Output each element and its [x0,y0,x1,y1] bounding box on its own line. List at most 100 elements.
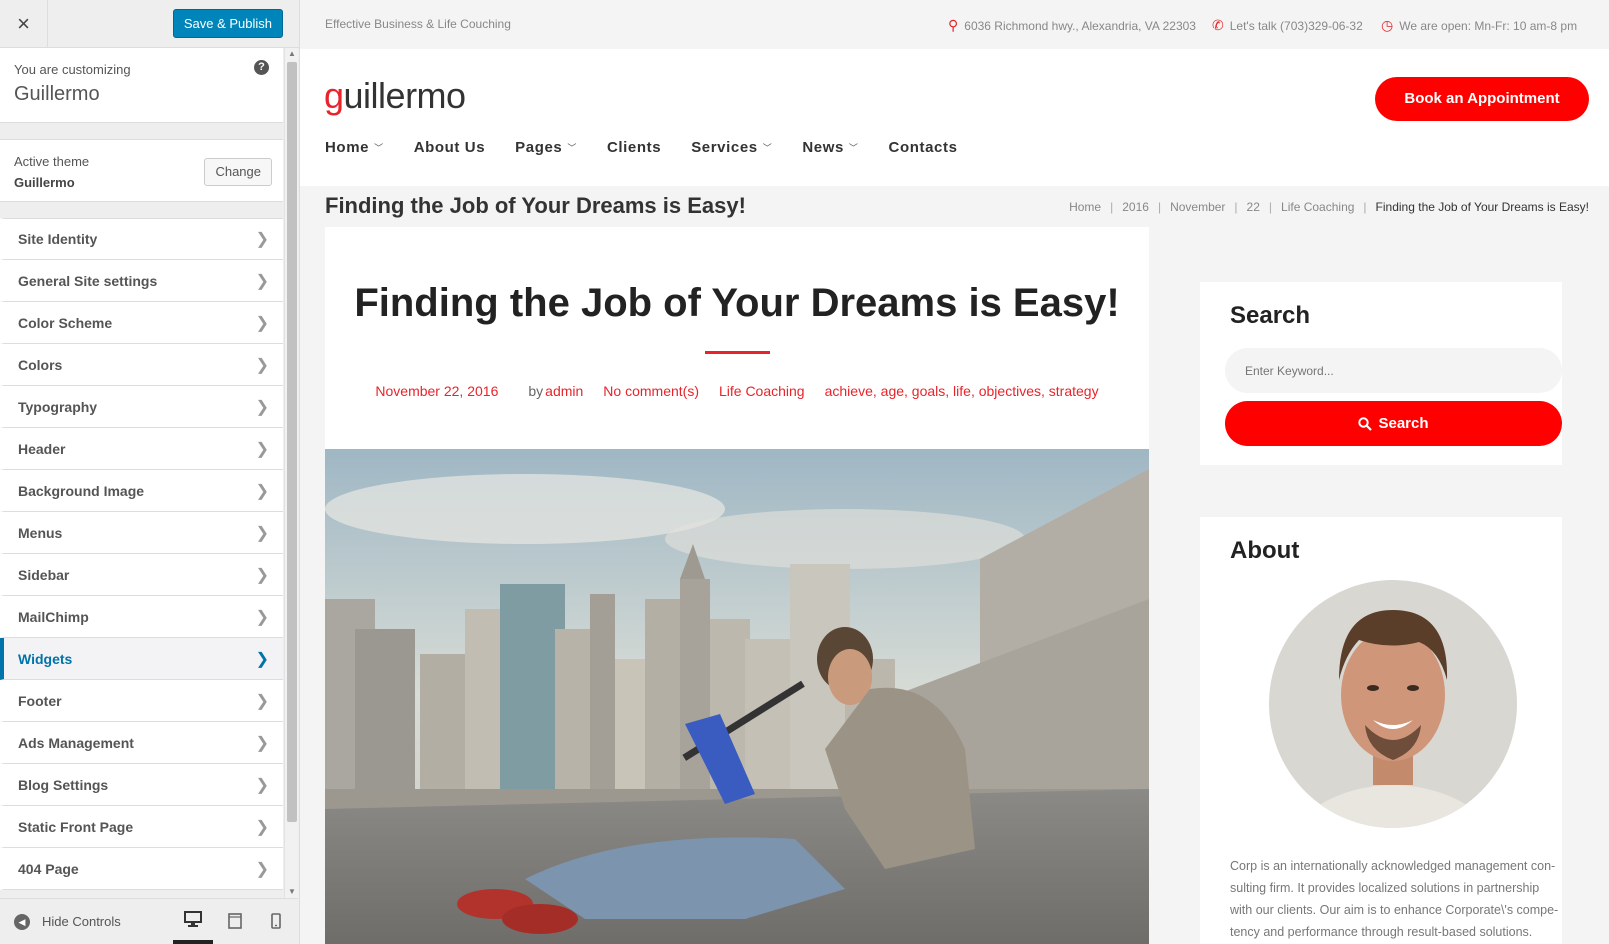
tablet-preview-button[interactable] [215,898,255,944]
breadcrumb-link[interactable]: 22 [1247,200,1260,214]
hours-text: We are open: Mn-Fr: 10 am-8 pm [1399,18,1578,33]
nav-item-news[interactable]: News ﹀ [802,139,858,156]
desktop-preview-button[interactable] [173,898,213,944]
tag-separator: , [904,383,912,399]
book-appointment-button[interactable]: Book an Appointment [1375,77,1589,121]
collapse-arrow-icon: ◀ [14,913,30,930]
customizer-sections: Site Identity ❯ General Site settings ❯ Colo… [0,218,283,890]
customizer-footer: ◀ Hide Controls [0,898,298,944]
customizer-section-menus[interactable]: Menus ❯ [0,512,283,554]
nav-item-contacts[interactable]: Contacts [889,139,958,156]
post-category[interactable]: Life Coaching [719,383,805,399]
post-tag[interactable]: achieve [825,383,873,399]
post-tag[interactable]: age [881,383,904,399]
phone-item: ✆ Let's talk (703)329-06-32 [1212,17,1363,34]
nav-item-services[interactable]: Services ﹀ [691,139,772,156]
post-tag[interactable]: goals [912,383,945,399]
customizer-section-sidebar[interactable]: Sidebar ❯ [0,554,283,596]
hide-controls-label: Hide Controls [42,914,121,929]
breadcrumb-link[interactable]: November [1170,200,1225,214]
breadcrumb-link[interactable]: Life Coaching [1281,200,1354,214]
customizer-panel: × Save & Publish You are customizing Gui… [0,0,300,944]
breadcrumb-separator: | [1363,200,1367,214]
about-widget: About Corp is an internationally acknowl… [1200,517,1562,944]
desktop-icon [184,911,202,927]
customizer-section-color-scheme[interactable]: Color Scheme ❯ [0,302,283,344]
search-widget: Search Search [1200,282,1562,465]
mobile-preview-button[interactable] [256,898,296,944]
customizer-section-general-site-settings[interactable]: General Site settings ❯ [0,260,283,302]
breadcrumb-link[interactable]: Home [1069,200,1101,214]
chevron-right-icon: ❯ [255,818,269,836]
change-theme-button[interactable]: Change [204,158,272,186]
post-comments[interactable]: No comment(s) [603,383,699,399]
chevron-right-icon: ❯ [255,440,269,458]
logo-accent-letter: g [324,75,344,116]
nav-item-label: Pages [515,139,563,156]
customizer-section-label: Menus [18,524,63,541]
customizer-section-404-page[interactable]: 404 Page ❯ [0,848,283,890]
chevron-down-icon: ﹀ [567,143,577,153]
customizer-section-blog-settings[interactable]: Blog Settings ❯ [0,764,283,806]
customizer-section-ads-management[interactable]: Ads Management ❯ [0,722,283,764]
scroll-up-arrow-icon[interactable]: ▲ [285,48,299,60]
customizer-section-site-identity[interactable]: Site Identity ❯ [0,218,283,260]
page-title: Finding the Job of Your Dreams is Easy! [325,193,746,218]
search-icon [1358,416,1373,431]
main-nav: Home ﹀ About Us Pages ﹀ Clients Services ﹀ News ﹀… [325,139,988,156]
hide-controls-button[interactable]: ◀ Hide Controls [0,913,121,930]
site-header: guillermo Book an Appointment Home ﹀ About… [300,49,1609,186]
site-logo[interactable]: guillermo [324,75,466,117]
chevron-right-icon: ❯ [255,482,269,500]
breadcrumb-link[interactable]: 2016 [1122,200,1149,214]
site-tagline: Effective Business & Life Couching [325,17,511,31]
search-button[interactable]: Search [1225,401,1562,446]
customizer-section-header[interactable]: Header ❯ [0,428,283,470]
logo-text: uillermo [343,75,467,116]
close-icon[interactable]: × [0,0,48,47]
customizer-section-background-image[interactable]: Background Image ❯ [0,470,283,512]
chevron-right-icon: ❯ [255,314,269,332]
customizer-section-widgets[interactable]: Widgets ❯ [0,638,283,680]
nav-item-pages[interactable]: Pages ﹀ [515,139,577,156]
featured-photo [325,449,1149,944]
by-label: by [528,383,544,399]
site-name: Guillermo [14,83,100,105]
phone-text: Let's talk (703)329-06-32 [1229,18,1363,33]
portrait-image [1269,580,1517,828]
save-publish-button[interactable]: Save & Publish [172,9,283,38]
customizer-scrollbar[interactable]: ▲ ▼ [284,48,298,898]
post-title: Finding the Job of Your Dreams is Easy! [354,281,1120,325]
customizer-section-static-front-page[interactable]: Static Front Page ❯ [0,806,283,848]
post-date[interactable]: November 22, 2016 [375,383,498,399]
post-tag[interactable]: strategy [1049,383,1099,399]
customizer-section-label: Static Front Page [18,818,134,835]
hours-item: ◷ We are open: Mn-Fr: 10 am-8 pm [1381,17,1577,34]
search-input[interactable] [1225,348,1562,393]
nav-item-label: Services [691,139,758,156]
post-tag[interactable]: life [953,383,971,399]
nav-item-home[interactable]: Home ﹀ [325,139,384,156]
chevron-right-icon: ❯ [255,272,269,290]
scroll-down-arrow-icon[interactable]: ▼ [285,886,299,898]
help-icon[interactable]: ? [254,60,269,75]
chevron-right-icon: ❯ [255,566,269,584]
post-article: Finding the Job of Your Dreams is Easy! … [325,227,1149,944]
chevron-right-icon: ❯ [255,734,269,752]
customizer-section-mailchimp[interactable]: MailChimp ❯ [0,596,283,638]
post-tag[interactable]: objectives [979,383,1041,399]
nav-item-about-us[interactable]: About Us [414,139,485,156]
nav-item-label: Clients [606,139,662,156]
tag-separator: , [1041,383,1049,399]
scrollbar-thumb[interactable] [287,62,297,822]
customizer-section-label: Sidebar [18,566,70,583]
customizer-section-footer[interactable]: Footer ❯ [0,680,283,722]
customizer-header: × Save & Publish [0,0,299,48]
chevron-right-icon: ❯ [255,860,269,878]
content-area: Finding the Job of Your Dreams is Easy! … [300,227,1609,944]
about-photo [1269,580,1517,828]
nav-item-clients[interactable]: Clients [607,139,661,156]
customizer-section-typography[interactable]: Typography ❯ [0,386,283,428]
post-author[interactable]: admin [545,383,583,399]
customizer-section-colors[interactable]: Colors ❯ [0,344,283,386]
